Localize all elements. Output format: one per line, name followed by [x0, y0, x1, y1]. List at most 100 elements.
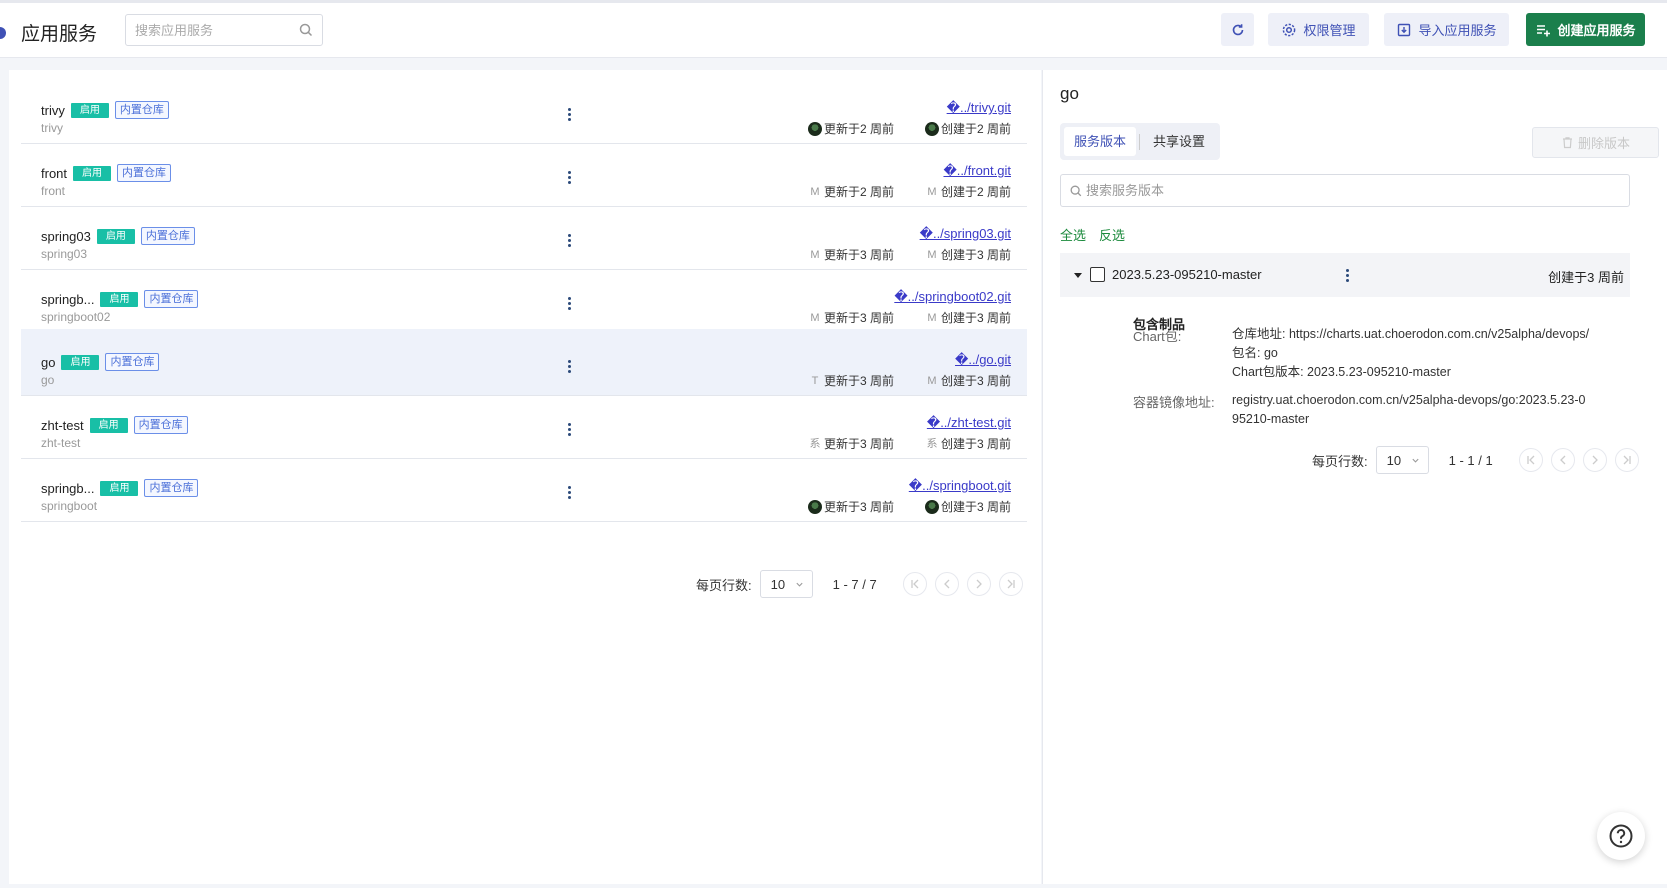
service-name: spring03: [41, 228, 91, 244]
repo-type-tag: 内置仓库: [133, 416, 188, 434]
rows-per-page-label: 每页行数:: [1312, 453, 1368, 469]
created-time: 创建于3 周前: [940, 500, 1011, 514]
page-size-select[interactable]: 10: [1375, 446, 1429, 474]
caret-down-icon[interactable]: [1073, 270, 1083, 280]
permission-label: 权限管理: [1303, 23, 1356, 38]
service-row[interactable]: spring03 启用 内置仓库 spring03 �../spring03.g…: [21, 203, 1027, 270]
version-name: 2023.5.23-095210-master: [1112, 267, 1262, 282]
chart-package-version: Chart包版本: 2023.5.23-095210-master: [1232, 365, 1451, 379]
more-icon[interactable]: [564, 107, 574, 121]
image-label: 容器镜像地址:: [1133, 395, 1215, 410]
service-search-input[interactable]: [135, 16, 295, 44]
page-size-select[interactable]: 10: [759, 570, 813, 598]
service-code: front: [41, 184, 66, 198]
service-row[interactable]: trivy 启用 内置仓库 trivy �../trivy.git 更新于2 周…: [21, 77, 1027, 144]
repo-link[interactable]: �../go.git: [955, 352, 1011, 368]
updated-time: 更新于3 周前: [823, 374, 894, 388]
detail-tabs: 服务版本 共享设置: [1060, 123, 1220, 160]
more-icon[interactable]: [564, 422, 574, 436]
service-row[interactable]: go 启用 内置仓库 go �../go.git T 更新于3 周前 M 创建于3 …: [21, 329, 1027, 396]
select-all-link[interactable]: 全选: [1060, 225, 1086, 244]
version-search-input[interactable]: [1086, 178, 1616, 203]
status-badge: 启用: [73, 165, 112, 181]
service-name: go: [41, 354, 56, 370]
first-page-button[interactable]: [1518, 448, 1543, 472]
last-page-button[interactable]: [998, 572, 1023, 596]
updated-time: 更新于3 周前: [823, 311, 894, 325]
service-row[interactable]: front 启用 内置仓库 front �../front.git M 更新于2 …: [21, 140, 1027, 207]
service-code: zht-test: [41, 436, 81, 450]
updated-time: 更新于3 周前: [823, 437, 894, 451]
prev-page-button[interactable]: [1550, 448, 1575, 472]
created-time: 创建于3 周前: [940, 248, 1011, 262]
status-badge: 启用: [61, 354, 100, 370]
last-page-icon: [1623, 455, 1631, 465]
more-icon[interactable]: [564, 359, 574, 373]
repo-link[interactable]: �../trivy.git: [947, 100, 1011, 116]
repo-type-tag: 内置仓库: [144, 479, 199, 497]
more-icon[interactable]: [564, 485, 574, 499]
service-name-line: spring03 启用 内置仓库: [41, 227, 195, 245]
repo-type-tag: 内置仓库: [114, 101, 169, 119]
next-page-icon: [1592, 455, 1598, 465]
version-row[interactable]: 2023.5.23-095210-master 创建于3 周前: [1060, 253, 1630, 297]
user-avatar: [924, 499, 939, 514]
service-name: front: [41, 165, 68, 181]
import-label: 导入应用服务: [1418, 23, 1497, 38]
next-page-button[interactable]: [1582, 448, 1607, 472]
repo-type-tag: 内置仓库: [117, 164, 172, 182]
refresh-button[interactable]: [1221, 13, 1254, 46]
more-icon[interactable]: [564, 233, 574, 247]
create-service-button[interactable]: 创建应用服务: [1526, 13, 1645, 46]
user-avatar: T: [811, 374, 819, 387]
prev-page-button[interactable]: [934, 572, 959, 596]
first-page-icon: [1527, 455, 1535, 465]
created-time: 创建于3 周前: [940, 374, 1011, 388]
repo-link[interactable]: �../front.git: [943, 163, 1011, 179]
service-row[interactable]: springb... 启用 内置仓库 springboot �../spring…: [21, 455, 1027, 522]
chevron-down-icon: [1412, 458, 1419, 463]
version-checkbox[interactable]: [1090, 267, 1105, 282]
user-avatar: M: [927, 311, 937, 324]
tab-divider: [1139, 133, 1141, 150]
version-search-box[interactable]: [1060, 174, 1630, 207]
service-name: springb...: [41, 291, 95, 307]
repo-link[interactable]: �../spring03.git: [920, 226, 1011, 242]
invert-selection-link[interactable]: 反选: [1099, 225, 1125, 244]
created-info: 系创建于3 周前: [925, 435, 1011, 452]
repo-link[interactable]: �../springboot.git: [909, 478, 1011, 494]
updated-info: 系更新于3 周前: [808, 435, 894, 452]
tab-share-settings[interactable]: 共享设置: [1143, 127, 1215, 156]
service-code: springboot02: [41, 310, 111, 324]
repo-type-tag: 内置仓库: [105, 353, 160, 371]
gear-icon: [1283, 23, 1296, 36]
service-search-box[interactable]: [125, 14, 323, 46]
created-info: M 创建于3 周前: [925, 246, 1011, 263]
import-service-button[interactable]: 导入应用服务: [1384, 13, 1509, 46]
help-button[interactable]: [1597, 812, 1645, 860]
detail-title: go: [1060, 84, 1079, 103]
tab-service-versions[interactable]: 服务版本: [1064, 127, 1137, 156]
repo-link[interactable]: �../springboot02.git: [894, 289, 1011, 305]
service-row[interactable]: springb... 启用 内置仓库 springboot02 �../spri…: [21, 266, 1027, 333]
last-page-button[interactable]: [1614, 448, 1639, 472]
next-page-icon: [976, 579, 982, 589]
delete-version-button[interactable]: 删除版本: [1532, 127, 1659, 158]
next-page-button[interactable]: [966, 572, 991, 596]
repo-link[interactable]: �../zht-test.git: [927, 415, 1011, 431]
more-icon[interactable]: [564, 296, 574, 310]
prev-page-icon: [943, 579, 950, 589]
service-row[interactable]: zht-test 启用 内置仓库 zht-test �../zht-test.g…: [21, 392, 1027, 459]
more-icon[interactable]: [564, 170, 574, 184]
created-time: 创建于2 周前: [940, 122, 1011, 136]
first-page-icon: [911, 579, 919, 589]
page-size-value: 10: [1386, 452, 1402, 468]
updated-info: 更新于2 周前: [807, 120, 894, 137]
user-avatar: M: [927, 248, 937, 261]
delete-icon: [1562, 137, 1572, 149]
more-icon[interactable]: [1342, 268, 1352, 282]
delete-version-label: 删除版本: [1577, 136, 1630, 151]
permission-button[interactable]: 权限管理: [1268, 13, 1369, 46]
updated-info: M 更新于2 周前: [808, 183, 894, 200]
first-page-button[interactable]: [902, 572, 927, 596]
